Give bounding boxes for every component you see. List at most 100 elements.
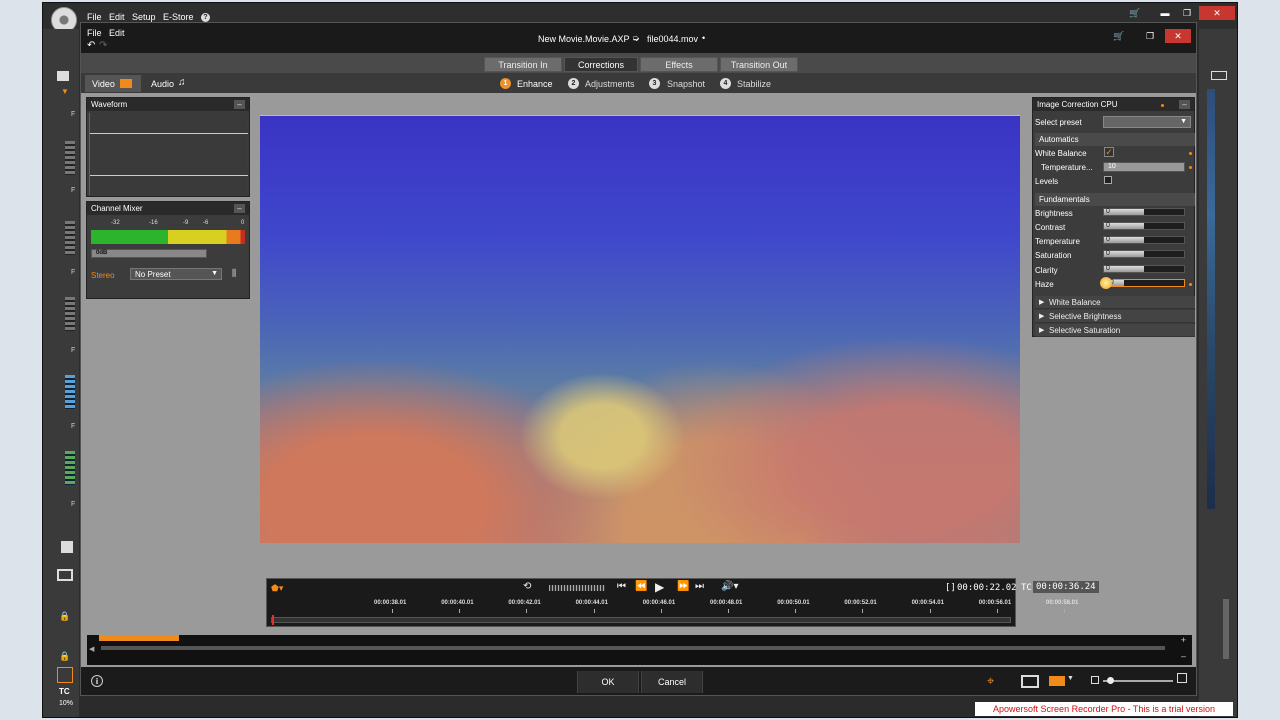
white-balance-checkbox[interactable]: ✓ bbox=[1104, 147, 1114, 157]
temperature-slider[interactable]: 0 bbox=[1103, 236, 1185, 244]
white-balance-section[interactable]: ▶ White Balance bbox=[1035, 296, 1195, 309]
panel-icon[interactable] bbox=[1211, 71, 1227, 80]
track-thumbnail[interactable] bbox=[65, 297, 75, 331]
temperature-auto-slider[interactable]: 10 bbox=[1103, 162, 1185, 172]
brightness-slider[interactable]: 0 bbox=[1103, 208, 1185, 216]
cart-icon[interactable]: 🛒 bbox=[1125, 6, 1145, 20]
monitor-icon[interactable] bbox=[57, 569, 73, 581]
playhead[interactable] bbox=[272, 615, 274, 625]
crosshair-icon[interactable]: ⌖ bbox=[987, 673, 994, 689]
volume-icon[interactable]: 🔊▾ bbox=[721, 581, 738, 592]
maximize-icon[interactable]: ❐ bbox=[1141, 29, 1159, 43]
timeline-tick-mark bbox=[996, 609, 998, 613]
timeline-tick-mark bbox=[526, 609, 528, 613]
dialog-menu-file[interactable]: File bbox=[87, 28, 102, 38]
small-view-icon[interactable] bbox=[1091, 676, 1099, 684]
subtab-stabilize[interactable]: Stabilize bbox=[737, 79, 771, 89]
redo-icon[interactable]: ↷ bbox=[99, 40, 107, 51]
video-tab[interactable]: Video bbox=[85, 75, 141, 92]
ok-button[interactable]: OK bbox=[577, 671, 639, 693]
clip-file-name: file0044.mov bbox=[647, 34, 699, 44]
modified-indicator bbox=[1189, 166, 1192, 169]
outer-right-strip bbox=[1199, 29, 1237, 717]
selective-brightness-section[interactable]: ▶ Selective Brightness bbox=[1035, 310, 1195, 323]
scroll-left-icon[interactable]: ◀ bbox=[89, 645, 94, 653]
image-correction-collapse-button[interactable]: – bbox=[1179, 100, 1190, 109]
menu-setup[interactable]: Setup bbox=[132, 12, 156, 22]
minimize-icon[interactable]: ▬ bbox=[1155, 6, 1175, 20]
tab-effects[interactable]: Effects bbox=[640, 57, 718, 72]
preset-select[interactable]: ▼ bbox=[1103, 116, 1191, 128]
timeline-ruler[interactable]: 00:00:38.01 00:00:40.01 00:00:42.01 00:00:4… bbox=[267, 599, 1078, 613]
chevron-down-icon[interactable]: ▼ bbox=[1067, 675, 1074, 682]
haze-slider-handle[interactable] bbox=[1100, 277, 1112, 289]
lock-icon[interactable]: 🔒 bbox=[59, 651, 70, 662]
level-slider[interactable]: 0dB bbox=[91, 249, 207, 258]
close-icon[interactable]: ✕ bbox=[1199, 6, 1235, 20]
video-output-icon[interactable] bbox=[1049, 676, 1065, 686]
zoom-in-icon[interactable]: + bbox=[1181, 635, 1186, 645]
tab-transition-in[interactable]: Transition In bbox=[484, 57, 562, 72]
scrub-bar[interactable] bbox=[271, 615, 1011, 625]
contrast-label: Contrast bbox=[1035, 223, 1066, 232]
haze-slider[interactable]: 50 bbox=[1100, 277, 1185, 289]
dialog-menu-edit[interactable]: Edit bbox=[109, 28, 125, 38]
jog-shuttle[interactable] bbox=[549, 585, 605, 591]
contrast-slider[interactable]: 0 bbox=[1103, 222, 1185, 230]
levels-checkbox[interactable] bbox=[1104, 176, 1112, 184]
channel-mixer-collapse-button[interactable]: – bbox=[234, 204, 245, 213]
close-icon[interactable]: ✕ bbox=[1165, 29, 1191, 43]
cancel-button[interactable]: Cancel bbox=[641, 671, 703, 693]
marker-icon[interactable]: ⬟▾ bbox=[271, 583, 283, 594]
fundamentals-header: Fundamentals bbox=[1035, 193, 1195, 206]
selective-saturation-section[interactable]: ▶ Selective Saturation bbox=[1035, 324, 1195, 337]
cart-icon[interactable]: 🛒 bbox=[1109, 29, 1129, 43]
maximize-icon[interactable]: ❐ bbox=[1177, 6, 1197, 20]
zoom-slider-handle[interactable] bbox=[1107, 677, 1114, 684]
subtab-enhance[interactable]: Enhance bbox=[517, 79, 553, 89]
clarity-slider[interactable]: 0 bbox=[1103, 265, 1185, 273]
play-icon[interactable]: ▶ bbox=[655, 580, 664, 594]
help-icon[interactable]: ? bbox=[201, 13, 210, 22]
menu-file[interactable]: File bbox=[87, 12, 102, 22]
track-thumbnail[interactable] bbox=[65, 451, 75, 485]
scrollbar[interactable] bbox=[1223, 599, 1229, 659]
info-icon[interactable]: i bbox=[91, 675, 103, 687]
levels-label: Levels bbox=[1035, 177, 1059, 186]
equalizer-icon[interactable]: ⫼ bbox=[232, 268, 236, 279]
subtab-adjustments[interactable]: Adjustments bbox=[585, 79, 635, 89]
video-preview[interactable] bbox=[260, 115, 1020, 543]
clip-thumbnail[interactable] bbox=[57, 667, 73, 683]
toolbar-icon[interactable] bbox=[57, 71, 69, 81]
trash-icon[interactable] bbox=[61, 541, 73, 553]
external-monitor-icon[interactable] bbox=[1021, 675, 1039, 688]
zoom-slider[interactable] bbox=[1103, 677, 1173, 684]
track-thumbnail[interactable] bbox=[65, 141, 75, 175]
clip-range-marker[interactable] bbox=[99, 635, 179, 641]
audio-tab[interactable]: Audio bbox=[151, 79, 174, 89]
subtab-snapshot[interactable]: Snapshot bbox=[667, 79, 705, 89]
channel-mixer-title: Channel Mixer bbox=[87, 202, 249, 215]
undo-icon[interactable]: ↶ bbox=[87, 40, 95, 51]
menu-estore[interactable]: E-Store bbox=[163, 12, 194, 22]
step-back-icon[interactable]: ⏪ bbox=[635, 581, 647, 592]
saturation-slider[interactable]: 0 bbox=[1103, 250, 1185, 258]
level-meter bbox=[91, 230, 245, 244]
overview-scrollbar[interactable] bbox=[101, 646, 1165, 650]
tab-corrections[interactable]: Corrections bbox=[564, 57, 638, 72]
duration-timecode[interactable]: 00:00:36.24 bbox=[1033, 581, 1099, 593]
mixer-preset-select[interactable]: No Preset ▼ bbox=[130, 268, 222, 280]
step-forward-icon[interactable]: ⏩ bbox=[677, 581, 689, 592]
lock-icon[interactable]: 🔒 bbox=[59, 611, 70, 622]
menu-edit[interactable]: Edit bbox=[109, 12, 125, 22]
enhance-number-icon: 1 bbox=[500, 78, 511, 89]
skip-to-start-icon[interactable]: ⏮ bbox=[617, 581, 626, 592]
track-thumbnail[interactable] bbox=[65, 375, 75, 409]
zoom-out-icon[interactable]: – bbox=[1181, 651, 1186, 661]
skip-to-end-icon[interactable]: ⏭ bbox=[695, 581, 704, 592]
large-view-icon[interactable] bbox=[1177, 673, 1187, 683]
track-thumbnail[interactable] bbox=[65, 221, 75, 255]
loop-icon[interactable]: ⟲ bbox=[523, 581, 531, 592]
tab-transition-out[interactable]: Transition Out bbox=[720, 57, 798, 72]
waveform-collapse-button[interactable]: – bbox=[234, 100, 245, 109]
